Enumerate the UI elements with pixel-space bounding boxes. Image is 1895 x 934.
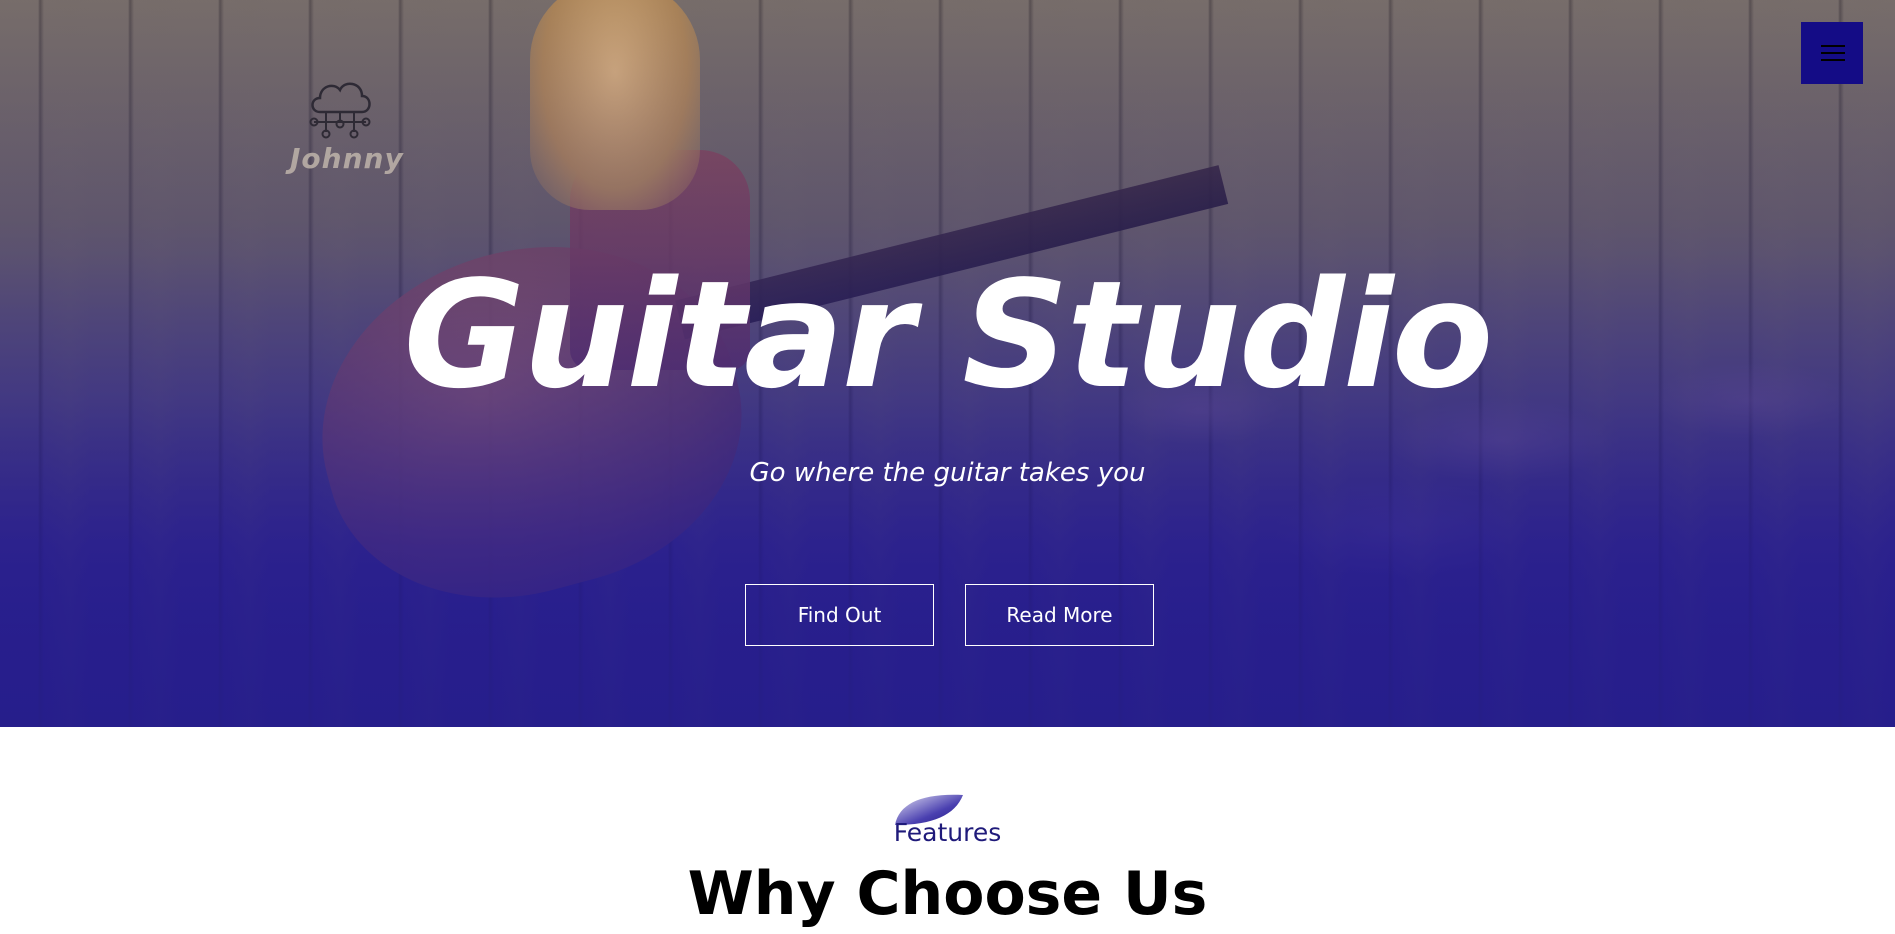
section-title: Why Choose Us [687, 859, 1208, 929]
logo-text: Johnny [290, 142, 404, 175]
features-label: Features [893, 818, 1002, 847]
features-section: Features Why Choose Us [0, 727, 1895, 929]
menu-button[interactable] [1801, 22, 1863, 84]
cloud-network-icon [309, 82, 371, 139]
find-out-button[interactable]: Find Out [745, 584, 934, 646]
hero-subtitle: Go where the guitar takes you [749, 458, 1146, 488]
site-logo[interactable]: Johnny [290, 72, 404, 187]
read-more-button[interactable]: Read More [965, 584, 1154, 646]
hero-section: Johnny Guitar Studio Go where the guitar… [0, 0, 1895, 727]
hero-title: Guitar Studio [403, 249, 1494, 421]
